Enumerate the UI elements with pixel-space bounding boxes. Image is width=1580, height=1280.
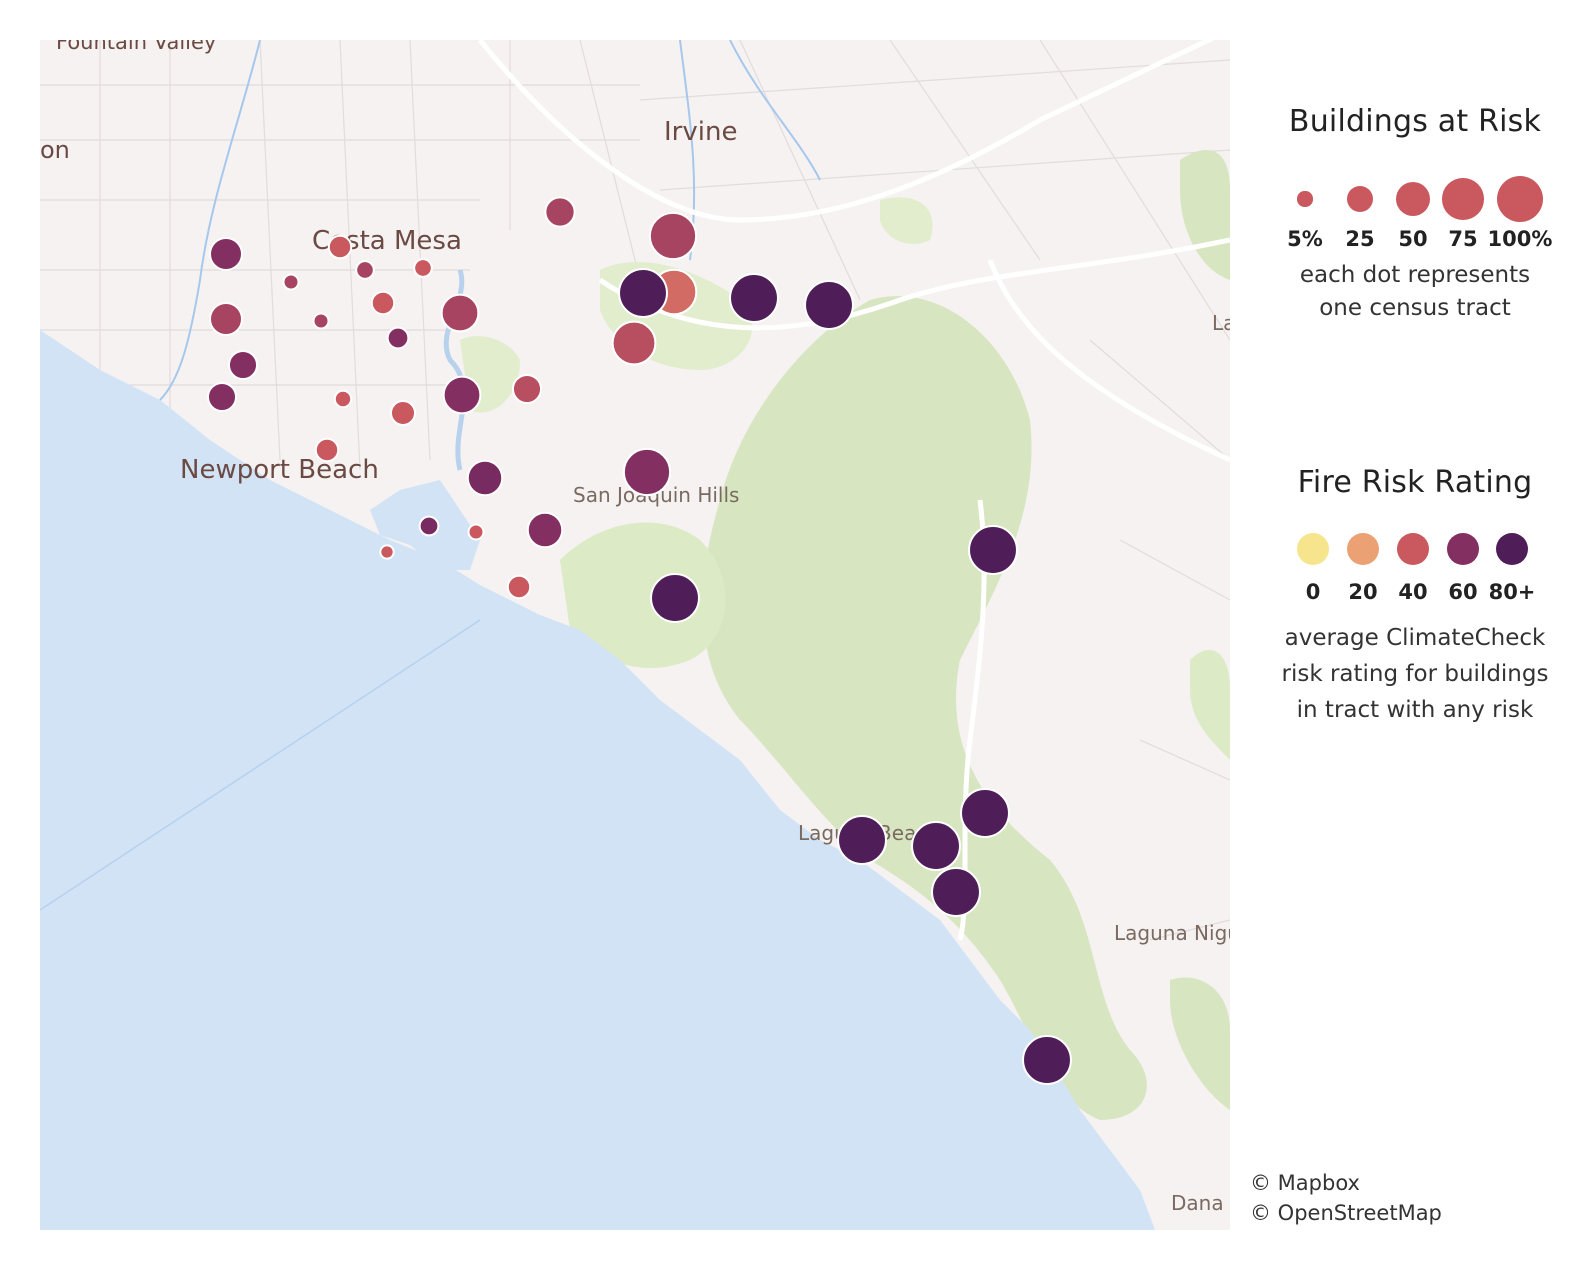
tract-marker[interactable] — [650, 573, 700, 623]
basemap: Fountain Valley Irvine Costa Mesa Newpor… — [40, 40, 1230, 1230]
color-note: average ClimateCheck risk rating for bui… — [1250, 620, 1580, 728]
tract-marker[interactable] — [622, 447, 672, 497]
color-tick-label: 0 — [1305, 580, 1321, 604]
color-tick-label: 60 — [1448, 580, 1478, 604]
size-symbol — [1346, 185, 1374, 213]
tract-marker[interactable] — [227, 349, 259, 381]
legend-color: Fire Risk Rating 0 20 40 60 80+ average Clim… — [1250, 465, 1580, 728]
tract-marker[interactable] — [209, 237, 243, 271]
tract-marker[interactable] — [526, 511, 564, 549]
color-tick-label: 80+ — [1488, 580, 1536, 604]
tract-marker[interactable] — [209, 302, 243, 336]
color-note-line: average ClimateCheck — [1284, 625, 1546, 651]
tract-marker[interactable] — [729, 273, 779, 323]
size-symbol — [1297, 191, 1313, 207]
label-edge-la: La — [1212, 311, 1230, 335]
tract-marker[interactable] — [327, 234, 353, 260]
tract-marker[interactable] — [418, 515, 440, 537]
tract-marker[interactable] — [506, 574, 532, 600]
size-note: each dot represents one census tract — [1250, 259, 1580, 325]
tract-marker[interactable] — [370, 290, 396, 316]
label-laguna-niguel: Laguna Nigu — [1114, 921, 1230, 945]
tract-marker[interactable] — [440, 293, 480, 333]
tract-marker[interactable] — [968, 525, 1018, 575]
color-tick-label: 40 — [1398, 580, 1428, 604]
tract-marker[interactable] — [618, 268, 668, 318]
tract-marker[interactable] — [413, 258, 433, 278]
size-symbol — [1442, 178, 1484, 220]
size-symbols — [1250, 139, 1580, 223]
tract-marker[interactable] — [314, 437, 340, 463]
credit-openstreetmap[interactable]: © OpenStreetMap — [1250, 1198, 1442, 1228]
label-edge-on: on — [40, 136, 70, 164]
attribution: © Mapbox © OpenStreetMap — [1250, 1168, 1442, 1228]
size-tick-label: 75 — [1448, 227, 1478, 251]
size-symbol — [1395, 181, 1431, 217]
legend-size-title: Buildings at Risk — [1288, 104, 1542, 139]
tract-marker[interactable] — [386, 326, 410, 350]
label-newport-beach: Newport Beach — [180, 455, 379, 485]
tract-marker[interactable] — [389, 399, 417, 427]
tract-marker[interactable] — [611, 320, 657, 366]
size-note-line: one census tract — [1319, 295, 1511, 321]
size-tick-label: 25 — [1345, 227, 1375, 251]
tract-marker[interactable] — [544, 196, 576, 228]
tract-marker[interactable] — [333, 389, 353, 409]
tract-marker[interactable] — [379, 544, 395, 560]
tract-marker[interactable] — [467, 523, 485, 541]
color-swatch — [1397, 533, 1429, 565]
tract-marker[interactable] — [648, 211, 698, 261]
color-swatch — [1447, 533, 1479, 565]
color-ticks: 0 20 40 60 80+ — [1250, 570, 1580, 620]
tract-marker[interactable] — [442, 375, 482, 415]
tract-marker[interactable] — [837, 815, 887, 865]
tract-marker[interactable] — [312, 312, 330, 330]
tract-marker[interactable] — [466, 459, 504, 497]
size-tick-label: 5% — [1287, 227, 1323, 251]
legend-size: Buildings at Risk 5% 25 50 75 100% each dot … — [1250, 104, 1580, 325]
label-fountain-valley: Fountain Valley — [56, 40, 216, 54]
label-dana-point: Dana P — [1171, 1191, 1230, 1215]
map-panel[interactable]: Fountain Valley Irvine Costa Mesa Newpor… — [40, 40, 1230, 1230]
color-symbols — [1250, 500, 1580, 570]
size-note-line: each dot represents — [1299, 262, 1531, 288]
color-note-line: risk rating for buildings — [1281, 661, 1549, 687]
size-tick-label: 50 — [1398, 227, 1428, 251]
size-symbol — [1496, 175, 1544, 223]
tract-marker[interactable] — [282, 273, 300, 291]
color-swatch — [1496, 533, 1528, 565]
label-irvine: Irvine — [664, 117, 737, 147]
tract-marker[interactable] — [355, 260, 375, 280]
tract-marker[interactable] — [911, 821, 961, 871]
credit-mapbox[interactable]: © Mapbox — [1250, 1168, 1442, 1198]
tract-marker[interactable] — [1022, 1035, 1072, 1085]
color-tick-label: 20 — [1348, 580, 1378, 604]
tract-marker[interactable] — [931, 867, 981, 917]
legend-color-title: Fire Risk Rating — [1297, 465, 1533, 500]
tract-marker[interactable] — [804, 280, 854, 330]
tract-marker[interactable] — [960, 788, 1010, 838]
size-ticks: 5% 25 50 75 100% — [1250, 219, 1580, 259]
tract-marker[interactable] — [511, 373, 543, 405]
color-swatch — [1297, 533, 1329, 565]
tract-marker[interactable] — [206, 381, 238, 413]
color-note-line: in tract with any risk — [1296, 697, 1534, 723]
size-tick-label: 100% — [1487, 227, 1553, 251]
color-swatch — [1347, 533, 1379, 565]
